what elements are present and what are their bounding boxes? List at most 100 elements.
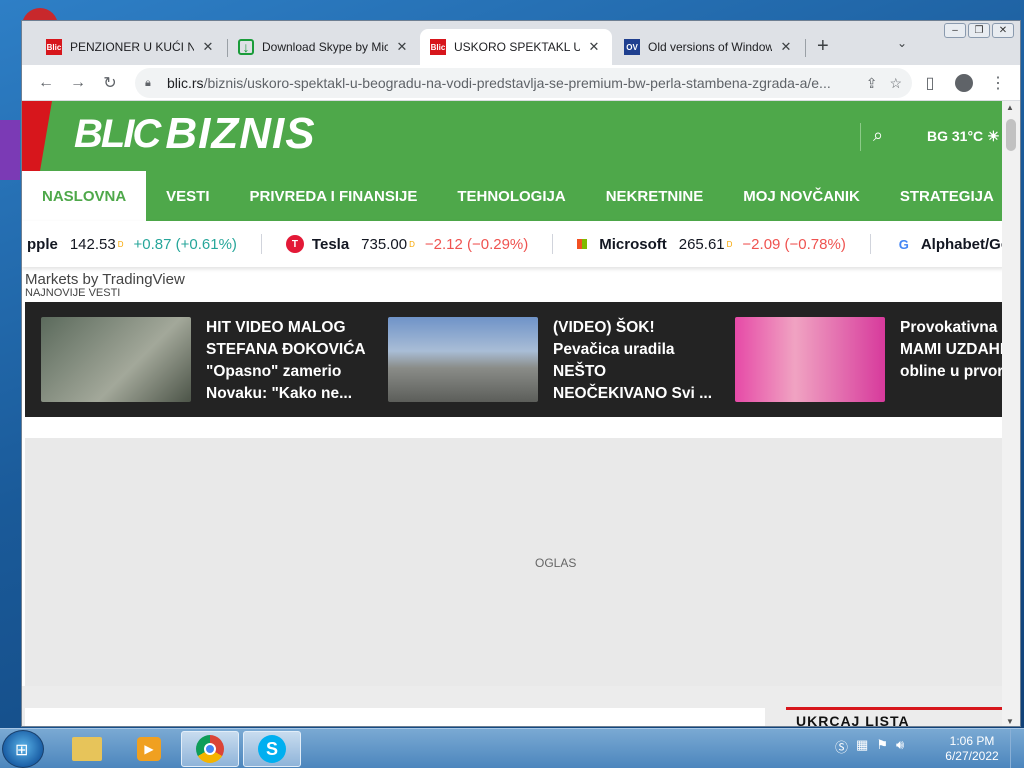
news-headline[interactable]: Provokativna ponovo MAMI UZDAHE: Bujr ob… (900, 317, 1004, 405)
advertisement-slot[interactable]: OGLAS (25, 438, 1004, 686)
sidebar-heading: UKRCAJ LISTA (796, 713, 910, 727)
delayed-marker: D (117, 239, 124, 249)
nav-privreda[interactable]: PRIVREDA I FINANSIJE (230, 171, 438, 221)
clock-time: 1:06 PM (949, 734, 995, 748)
browser-toolbar: ← → ↻ 🔒︎ blic.rs/biznis/uskoro-spektakl-… (22, 65, 1020, 101)
tab-old-versions[interactable]: OV Old versions of Windows ✕ (614, 29, 804, 65)
reload-icon[interactable]: ↻ (96, 69, 124, 97)
nav-vesti[interactable]: VESTI (146, 171, 229, 221)
taskbar-media-player[interactable]: ▶ (120, 731, 178, 767)
taskbar-skype[interactable]: S (243, 731, 301, 767)
tab-title: PENZIONER U KUĆI NA (70, 40, 194, 54)
ticker-item-alphabet[interactable]: G Alphabet/Googl (894, 235, 1004, 253)
back-icon[interactable]: ← (32, 69, 60, 97)
url-text[interactable]: blic.rs/biznis/uskoro-spektakl-u-beograd… (167, 75, 854, 91)
news-thumbnail-image[interactable] (41, 317, 191, 402)
web-page: BLIC BIZNIS ⌕ BG 31°C ☀ NASLOVNA VESTI P… (22, 101, 1004, 727)
skype-tray-icon[interactable]: Ⓢ (835, 737, 848, 756)
ticker-change: −2.09 (−0.78%) (742, 235, 846, 253)
news-item[interactable]: Provokativna ponovo MAMI UZDAHE: Bujr ob… (719, 317, 1004, 417)
delayed-marker: D (409, 239, 415, 249)
news-thumbnail-image[interactable] (388, 317, 538, 402)
tab-skype[interactable]: ↓ Download Skype by Mic ✕ (228, 29, 420, 65)
network-icon[interactable]: ▦ (856, 737, 868, 756)
ticker-price: 735.00 (361, 235, 408, 253)
bookmark-star-icon[interactable]: ☆ (889, 75, 902, 92)
latest-news-bar: HIT VIDEO MALOG STEFANA ĐOKOVIĆA "Opasno… (25, 302, 1004, 417)
browser-window: Blic PENZIONER U KUĆI NA ✕ ↓ Download Sk… (21, 20, 1021, 727)
close-icon[interactable]: ✕ (200, 39, 216, 55)
action-center-flag-icon[interactable]: ⚑ (876, 737, 888, 756)
header-divider (860, 123, 861, 151)
blic-favicon-icon: Blic (430, 39, 446, 55)
news-headline[interactable]: HIT VIDEO MALOG STEFANA ĐOKOVIĆA "Opasno… (206, 317, 372, 405)
stock-ticker: pple 142.53 D +0.87 (+0.61%) T Tesla 735… (22, 221, 1004, 267)
show-desktop-button[interactable] (1010, 729, 1024, 768)
news-headline[interactable]: (VIDEO) ŠOK! Pevačica uradila NEŠTO NEOČ… (553, 317, 719, 405)
ov-favicon-icon: OV (624, 39, 640, 55)
blic-favicon-icon: Blic (46, 39, 62, 55)
ticker-item-tesla[interactable]: T Tesla 735.00 D −2.12 (−0.29%) (285, 234, 554, 254)
chrome-icon (196, 735, 224, 763)
tradingview-credit[interactable]: Markets by TradingView (25, 271, 185, 288)
taskbar-chrome[interactable] (181, 731, 239, 767)
skype-icon: S (258, 735, 286, 763)
system-tray: Ⓢ ▦ ⚑ 🔊︎ (835, 737, 904, 756)
ticker-divider (869, 234, 871, 254)
weather-sun-cloud-icon: ☀ (987, 128, 1000, 144)
start-button[interactable]: ⊞ (2, 730, 44, 768)
microsoft-logo-icon (577, 239, 588, 249)
tab-uskoro-active[interactable]: Blic USKORO SPEKTAKL U BE ✕ (420, 29, 612, 65)
ticker-name: pple (27, 235, 58, 253)
restore-button[interactable]: ❐ (968, 23, 990, 38)
windows-logo-icon: ⊞ (15, 742, 29, 759)
nav-nekretnine[interactable]: NEKRETNINE (586, 171, 724, 221)
vertical-scrollbar[interactable]: ▲ ▼ (1002, 101, 1020, 726)
address-bar[interactable]: 🔒︎ blic.rs/biznis/uskoro-spektakl-u-beog… (135, 68, 912, 98)
taskbar-explorer[interactable] (58, 731, 116, 767)
system-clock[interactable]: 1:06 PM 6/27/2022 (938, 734, 1006, 764)
volume-icon[interactable]: 🔊︎ (896, 737, 904, 756)
delayed-marker: D (726, 239, 733, 249)
share-icon[interactable]: ⇪ (866, 75, 878, 92)
download-icon: ↓ (238, 39, 254, 55)
ticker-name: Alphabet/Googl (920, 235, 1004, 253)
close-window-button[interactable]: ✕ (992, 23, 1014, 38)
search-icon[interactable]: ⌕ (873, 125, 883, 146)
windows-taskbar: ⊞ ▶ S Ⓢ ▦ ⚑ 🔊︎ 1:06 PM 6/27/2022 (0, 728, 1024, 768)
tab-search-chevron-icon[interactable]: ⌄ (897, 36, 907, 50)
ticker-price: 142.53 (69, 235, 116, 253)
news-thumbnail-image[interactable] (735, 317, 885, 402)
close-icon[interactable]: ✕ (394, 39, 410, 55)
minimize-button[interactable]: – (944, 23, 966, 38)
weather-widget[interactable]: BG 31°C ☀ (927, 128, 1000, 145)
scroll-down-arrow-icon[interactable]: ▼ (1006, 717, 1014, 726)
nav-tehnologija[interactable]: TEHNOLOGIJA (437, 171, 585, 221)
lock-icon[interactable]: 🔒︎ (145, 77, 159, 90)
tab-title: USKORO SPEKTAKL U BE (454, 40, 580, 54)
nav-strategija[interactable]: STRATEGIJA (880, 171, 1004, 221)
ticker-item-apple[interactable]: pple 142.53 D +0.87 (+0.61%) (27, 234, 262, 254)
forward-icon[interactable]: → (64, 69, 92, 97)
side-panel-icon[interactable]: ▯ (916, 69, 944, 97)
nav-naslovna[interactable]: NASLOVNA (22, 171, 147, 221)
scrollbar-thumb[interactable] (1006, 119, 1016, 151)
scroll-up-arrow-icon[interactable]: ▲ (1006, 103, 1014, 112)
new-tab-button[interactable]: + (817, 35, 829, 58)
nav-moj-novcanik[interactable]: MOJ NOVČANIK (723, 171, 880, 221)
menu-kebab-icon[interactable]: ⋮ (984, 69, 1012, 97)
news-item[interactable]: HIT VIDEO MALOG STEFANA ĐOKOVIĆA "Opasno… (25, 317, 372, 417)
ad-label: OGLAS (535, 556, 577, 570)
close-icon[interactable]: ✕ (778, 39, 794, 55)
ticker-item-microsoft[interactable]: Microsoft 265.61 D −2.09 (−0.78%) (577, 234, 871, 254)
news-item[interactable]: (VIDEO) ŠOK! Pevačica uradila NEŠTO NEOČ… (372, 317, 719, 417)
profile-avatar-icon[interactable] (950, 69, 978, 97)
close-icon[interactable]: ✕ (586, 39, 602, 55)
tesla-logo-icon: T (285, 235, 304, 253)
window-controls: – ❐ ✕ (944, 23, 1014, 38)
blic-biznis-logo[interactable]: BLIC BIZNIS (74, 109, 316, 159)
desktop-icon[interactable] (0, 120, 20, 180)
google-logo-icon: G (894, 235, 913, 253)
tab-title: Old versions of Windows (648, 40, 772, 54)
tab-penzioner[interactable]: Blic PENZIONER U KUĆI NA ✕ (36, 29, 226, 65)
